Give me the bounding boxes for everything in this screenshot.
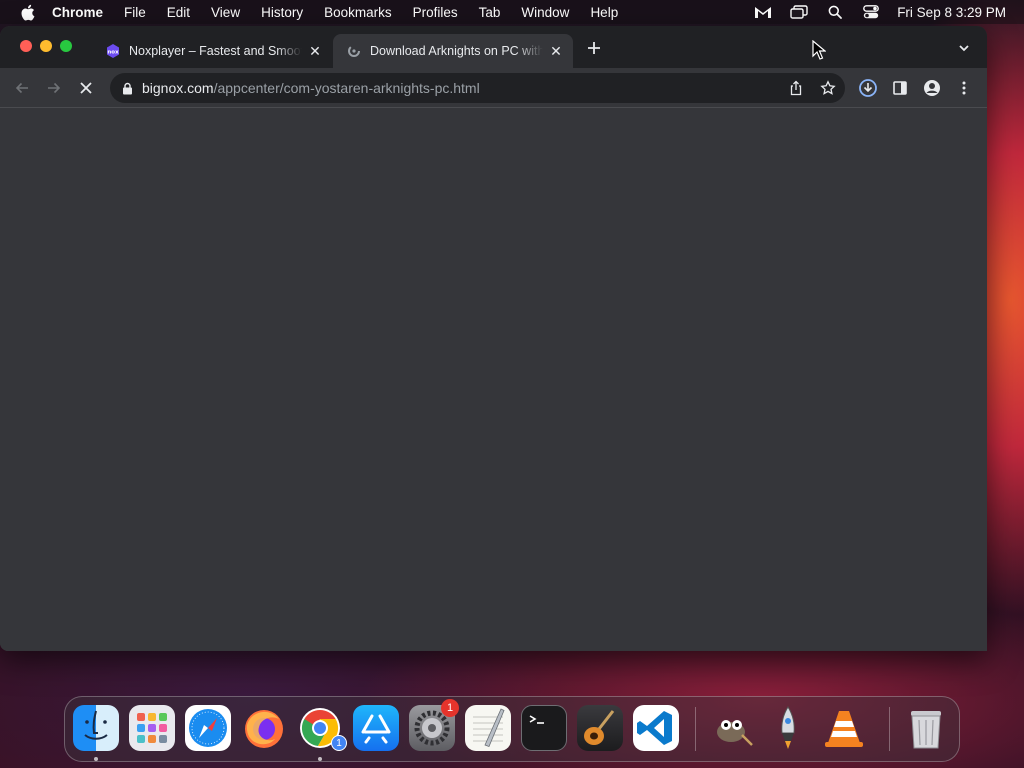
vlc-icon[interactable] xyxy=(821,705,867,751)
dock-separator xyxy=(695,707,696,751)
close-window-button[interactable] xyxy=(20,40,32,52)
menu-clock[interactable]: Fri Sep 8 3:29 PM xyxy=(897,5,1006,20)
inkscape-icon[interactable] xyxy=(765,705,811,751)
menu-tab[interactable]: Tab xyxy=(479,5,501,20)
zoom-window-button[interactable] xyxy=(60,40,72,52)
launchpad-icon[interactable] xyxy=(129,705,175,751)
url-path: /appcenter/com-yostaren-arknights-pc.htm… xyxy=(213,80,480,96)
apple-logo-icon[interactable] xyxy=(18,3,36,21)
noxplayer-icon: nox xyxy=(105,43,121,59)
tab-noxplayer[interactable]: nox Noxplayer – Fastest and Smoother ✕ xyxy=(92,34,332,68)
menu-view[interactable]: View xyxy=(211,5,240,20)
url-domain: bignox.com xyxy=(142,80,214,96)
menu-edit[interactable]: Edit xyxy=(167,5,190,20)
chrome-icon[interactable]: 1 xyxy=(297,705,347,751)
menu-profiles[interactable]: Profiles xyxy=(413,5,458,20)
tab-strip: nox Noxplayer – Fastest and Smoother ✕ D… xyxy=(0,26,987,68)
safari-icon[interactable] xyxy=(185,705,231,751)
tab-search-chevron-icon[interactable] xyxy=(957,41,973,57)
screen-mirroring-icon[interactable] xyxy=(789,3,809,21)
firefox-icon[interactable] xyxy=(241,705,287,751)
mouse-cursor-icon xyxy=(812,39,827,60)
profile-avatar-icon[interactable] xyxy=(922,78,942,98)
page-content-area[interactable] xyxy=(0,109,987,651)
finder-running-indicator xyxy=(94,757,98,761)
tab-title: Noxplayer – Fastest and Smoother xyxy=(129,44,302,58)
stop-loading-icon[interactable] xyxy=(76,78,96,98)
dock-separator xyxy=(889,707,890,751)
forward-arrow-icon[interactable] xyxy=(44,78,64,98)
vscode-icon[interactable] xyxy=(633,705,679,751)
minimize-window-button[interactable] xyxy=(40,40,52,52)
tab-title: Download Arknights on PC with xyxy=(370,44,543,58)
new-tab-button[interactable] xyxy=(584,39,604,59)
chrome-download-badge: 1 xyxy=(331,735,347,751)
menu-window[interactable]: Window xyxy=(521,5,569,20)
tab-arknights[interactable]: Download Arknights on PC with ✕ xyxy=(333,34,573,68)
garageband-icon[interactable] xyxy=(577,705,623,751)
terminal-icon[interactable] xyxy=(521,705,567,751)
address-bar[interactable]: bignox.com/appcenter/com-yostaren-arknig… xyxy=(110,73,845,103)
menu-history[interactable]: History xyxy=(261,5,303,20)
menu-bar: Chrome File Edit View History Bookmarks … xyxy=(0,0,1024,24)
loading-icon xyxy=(346,43,362,59)
menu-bookmarks[interactable]: Bookmarks xyxy=(324,5,392,20)
window-controls xyxy=(20,40,72,52)
gimp-icon[interactable] xyxy=(709,705,755,751)
menu-file[interactable]: File xyxy=(124,5,146,20)
app-store-icon[interactable] xyxy=(353,705,399,751)
dock: 1 1 xyxy=(64,696,960,762)
side-panel-icon[interactable] xyxy=(890,78,910,98)
menu-app-name[interactable]: Chrome xyxy=(52,5,103,20)
bookmark-star-icon[interactable] xyxy=(820,80,836,96)
more-menu-icon[interactable] xyxy=(954,78,974,98)
chrome-running-indicator xyxy=(318,757,322,761)
close-tab-icon[interactable]: ✕ xyxy=(547,42,565,60)
trash-icon[interactable] xyxy=(903,705,949,751)
finder-icon[interactable] xyxy=(73,705,119,751)
close-tab-icon[interactable]: ✕ xyxy=(306,42,324,60)
system-settings-icon[interactable]: 1 xyxy=(409,699,459,751)
share-icon[interactable] xyxy=(788,80,804,96)
textedit-icon[interactable] xyxy=(465,705,511,751)
svg-text:nox: nox xyxy=(107,50,119,56)
browser-toolbar: bignox.com/appcenter/com-yostaren-arknig… xyxy=(0,68,987,108)
control-center-icon[interactable] xyxy=(861,3,881,21)
settings-notification-badge: 1 xyxy=(441,699,459,717)
back-arrow-icon[interactable] xyxy=(12,78,32,98)
menu-help[interactable]: Help xyxy=(590,5,618,20)
download-icon[interactable] xyxy=(858,78,878,98)
browser-window: nox Noxplayer – Fastest and Smoother ✕ D… xyxy=(0,26,987,651)
lock-icon[interactable] xyxy=(120,81,134,95)
spotlight-search-icon[interactable] xyxy=(825,3,845,21)
url-text[interactable]: bignox.com/appcenter/com-yostaren-arknig… xyxy=(142,80,480,96)
gmail-status-icon[interactable] xyxy=(753,3,773,21)
